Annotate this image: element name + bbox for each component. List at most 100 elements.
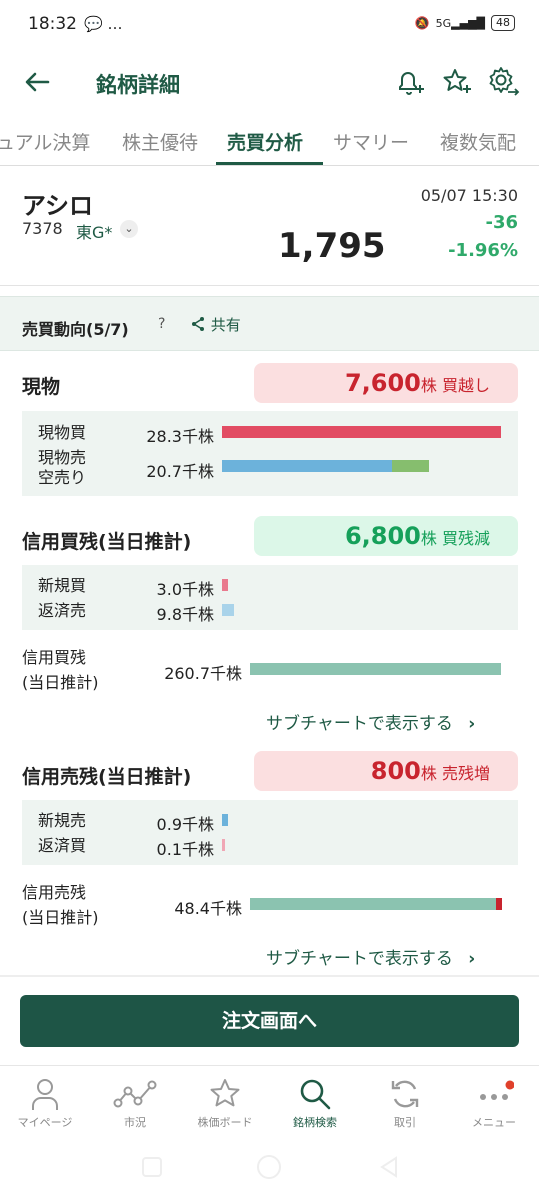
repay-sell-label: 返済売 [38,601,87,620]
margin-buy-panel: 新規買 3.0千株 返済売 9.8千株 [22,565,518,630]
new-buy-value: 3.0千株 [156,580,214,599]
help-icon[interactable]: ? [158,316,165,332]
search-icon [270,1074,360,1114]
margin-buy-balance-value: 260.7千株 [164,664,242,683]
new-sell-label: 新規売 [38,811,87,830]
short-sell-label: 空売り [38,468,87,487]
nav-label: メニュー [472,1116,516,1129]
back-triangle-icon[interactable] [378,1155,400,1183]
subchart-link-label: サブチャートで表示する [266,949,453,969]
nav-stock-board[interactable]: 株価ボード [180,1074,270,1130]
stock-header: アシロ 7378 東G* ⌄ 1,795 05/07 15:30 -36 -1.… [0,176,539,286]
home-icon[interactable] [257,1155,281,1179]
nav-market[interactable]: 市況 [90,1074,180,1130]
tab-bar: ュアル決算 株主優待 売買分析 サマリー 複数気配 [0,122,539,166]
market-graph-icon [90,1074,180,1114]
chevron-down-icon[interactable]: ⌄ [120,220,138,238]
nav-mypage[interactable]: マイページ [0,1074,90,1130]
star-icon [180,1074,270,1114]
cash-net-badge: 7,600株 買越し [254,363,518,403]
repay-sell-bar [222,604,234,616]
margin-buy-change-value: 6,800 [344,522,421,550]
chevron-right-icon: › [468,949,476,969]
add-alert-bell-icon[interactable] [393,65,427,99]
quote-timestamp: 05/07 15:30 [420,186,518,205]
nav-stock-search[interactable]: 銘柄検索 [270,1074,360,1130]
margin-buy-unit: 株 [420,529,437,548]
share-icon [192,317,204,331]
nav-label: 株価ボード [197,1116,253,1129]
person-icon [0,1074,90,1114]
cash-net-unit: 株 [420,376,437,395]
system-navigation [0,1145,539,1200]
status-bar: 18:32 💬 … 🔕 5G▂▄▆█ 48 [0,0,539,50]
share-label: 共有 [210,316,241,334]
cash-sell-label: 現物売 [38,448,87,467]
new-sell-value: 0.9千株 [156,815,214,834]
back-arrow-icon[interactable] [22,67,52,104]
order-screen-button[interactable]: 注文画面へ [20,995,519,1047]
price-change-percent: -1.96% [448,240,518,261]
app-header: 銘柄詳細 [0,55,539,115]
margin-buy-balance-bar [250,663,501,675]
new-sell-bar [222,814,228,826]
cash-trade-panel: 現物買 28.3千株 現物売 空売り 20.7千株 [22,411,518,496]
margin-sell-change-label: 売残増 [441,764,490,783]
tab-dual-earnings[interactable]: ュアル決算 [0,128,90,155]
margin-sell-balance-bar [250,898,496,910]
price-change: -36 [485,212,518,233]
status-time: 18:32 [28,14,77,34]
refresh-icon [360,1074,450,1114]
tab-trade-analysis[interactable]: 売買分析 [227,128,303,155]
nav-label: 銘柄検索 [293,1116,337,1129]
nav-label: 取引 [394,1116,416,1129]
new-buy-label: 新規買 [38,576,87,595]
recent-apps-icon[interactable] [142,1157,162,1177]
margin-sell-panel: 新規売 0.9千株 返済買 0.1千株 [22,800,518,865]
new-buy-bar [222,579,228,591]
short-sell-bar [392,460,429,472]
margin-buy-title: 信用買残(当日推計) [22,531,192,553]
settings-gear-icon[interactable] [486,65,520,99]
cash-buy-value: 28.3千株 [146,427,214,446]
tab-shareholder-benefits[interactable]: 株主優待 [122,128,198,155]
add-favorite-star-icon[interactable] [440,65,474,99]
repay-buy-label: 返済買 [38,836,87,855]
cash-net-value: 7,600 [344,369,421,397]
margin-sell-balance-sublabel: (当日推計) [22,908,99,927]
margin-buy-subchart-link[interactable]: サブチャートで表示する › [266,709,475,734]
nav-trade[interactable]: 取引 [360,1074,450,1130]
tab-summary[interactable]: サマリー [333,128,409,155]
active-tab-indicator [216,162,323,165]
trade-trend-section-bar: 売買動向(5/7) ? 共有 [0,296,539,351]
market-selector[interactable]: 東G* [76,219,112,243]
margin-sell-balance-label: 信用売残 [22,883,87,902]
nav-label: 市況 [124,1116,146,1129]
stock-code: 7378 [22,219,63,238]
stock-price: 1,795 [278,226,386,266]
tab-multi-quotes[interactable]: 複数気配 [440,128,516,155]
nav-label: マイページ [17,1116,73,1129]
status-right: 🔕 5G▂▄▆█ 48 [415,15,515,31]
cash-trade-title: 現物 [22,376,61,398]
repay-buy-value: 0.1千株 [156,840,214,859]
cash-sell-bar [222,460,392,472]
more-icon [449,1074,539,1114]
margin-buy-balance-label: 信用買残 [22,648,87,667]
divider [0,975,539,977]
share-button[interactable]: 共有 [190,314,241,335]
section-title: 売買動向(5/7) [22,320,129,339]
cash-net-label: 買越し [441,376,490,395]
margin-sell-badge: 800株 売残増 [254,751,518,791]
margin-sell-increase-bar [496,898,502,910]
cash-buy-label: 現物買 [38,423,87,442]
cash-buy-bar [222,426,501,438]
subchart-link-label: サブチャートで表示する [266,714,453,734]
stock-name: アシロ [22,192,94,220]
margin-sell-subchart-link[interactable]: サブチャートで表示する › [266,944,475,969]
nav-menu[interactable]: メニュー [449,1074,539,1130]
signal-icon: 5G▂▄▆█ [435,16,485,30]
cash-sell-value: 20.7千株 [146,462,214,481]
bottom-navigation: マイページ 市況 株価ボード 銘柄検索 取引 メニュー [0,1065,539,1145]
margin-sell-unit: 株 [420,764,437,783]
